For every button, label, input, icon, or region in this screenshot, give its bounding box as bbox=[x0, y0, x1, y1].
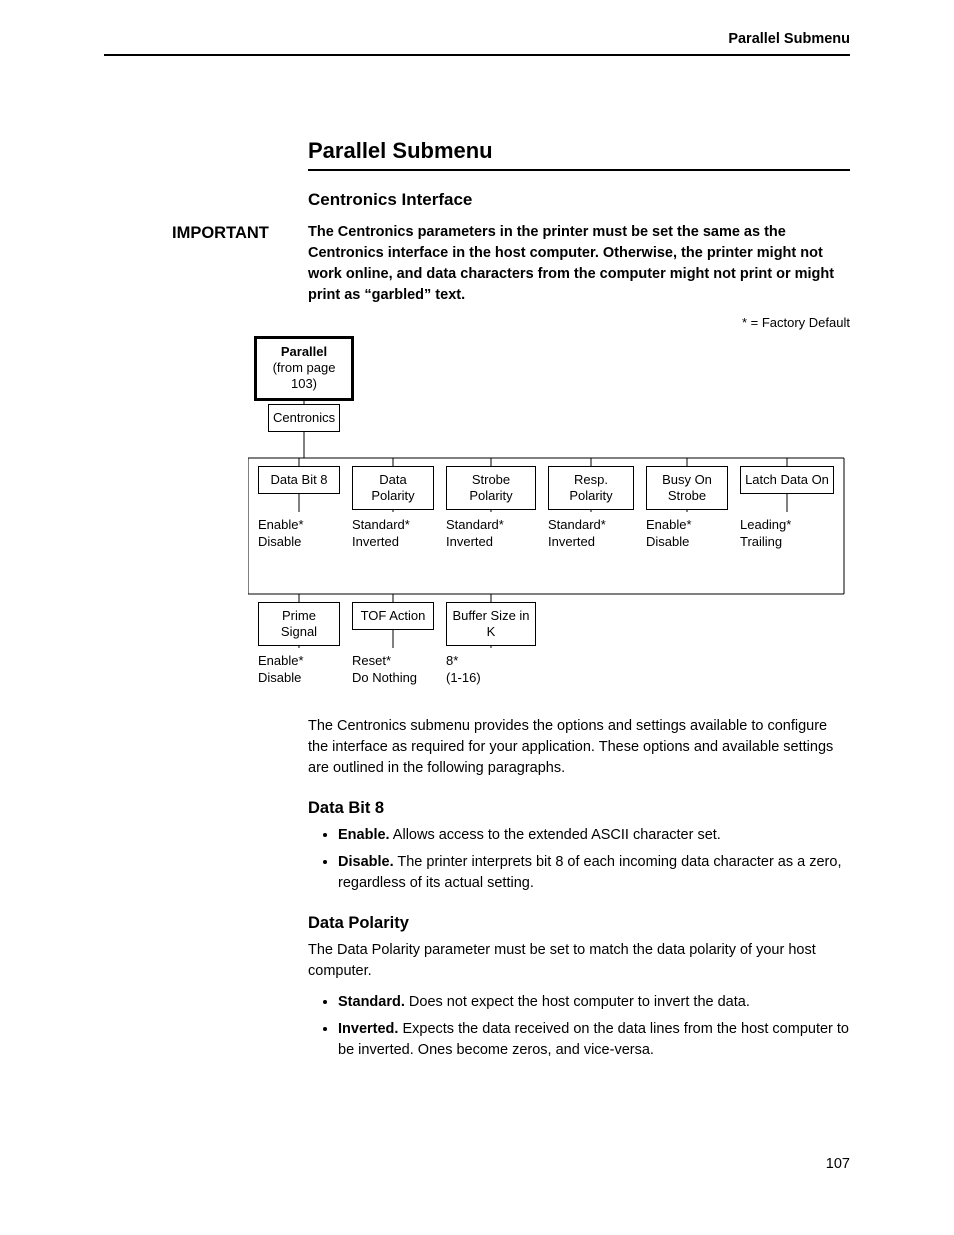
data-polarity-intro: The Data Polarity parameter must be set … bbox=[308, 940, 850, 982]
opts-latch-data-on: Leading*Trailing bbox=[740, 516, 830, 551]
menu-tree-diagram: Parallel (from page 103) Centronics Data… bbox=[248, 336, 848, 696]
node-busy-on-strobe: Busy On Strobe bbox=[646, 466, 728, 511]
node-data-bit-8: Data Bit 8 bbox=[258, 466, 340, 494]
opts-data-bit-8: Enable*Disable bbox=[258, 516, 348, 551]
list-data-polarity: Standard. Does not expect the host compu… bbox=[308, 992, 850, 1061]
running-head: Parallel Submenu bbox=[104, 30, 850, 56]
important-label: IMPORTANT bbox=[172, 222, 308, 244]
node-parallel-root: Parallel (from page 103) bbox=[254, 336, 354, 401]
opts-resp-polarity: Standard*Inverted bbox=[548, 516, 638, 551]
list-item: Inverted. Expects the data received on t… bbox=[338, 1019, 850, 1061]
opts-tof-action: Reset*Do Nothing bbox=[352, 652, 442, 687]
node-buffer-size: Buffer Size in K bbox=[446, 602, 536, 647]
intro-paragraph: The Centronics submenu provides the opti… bbox=[308, 716, 850, 779]
node-centronics: Centronics bbox=[268, 404, 340, 432]
list-item: Enable. Allows access to the extended AS… bbox=[338, 825, 850, 846]
heading-data-bit-8: Data Bit 8 bbox=[308, 797, 850, 819]
opts-strobe-polarity: Standard*Inverted bbox=[446, 516, 536, 551]
opts-busy-on-strobe: Enable*Disable bbox=[646, 516, 736, 551]
node-resp-polarity: Resp. Polarity bbox=[548, 466, 634, 511]
list-data-bit-8: Enable. Allows access to the extended AS… bbox=[308, 825, 850, 894]
root-title: Parallel bbox=[281, 344, 327, 359]
factory-default-note: * = Factory Default bbox=[308, 314, 850, 332]
opts-prime-signal: Enable*Disable bbox=[258, 652, 348, 687]
root-sub: (from page 103) bbox=[273, 360, 336, 391]
page-number: 107 bbox=[826, 1155, 850, 1175]
list-item: Disable. The printer interprets bit 8 of… bbox=[338, 852, 850, 894]
important-text: The Centronics parameters in the printer… bbox=[308, 222, 850, 306]
subsection-title-centronics: Centronics Interface bbox=[308, 189, 850, 212]
heading-data-polarity: Data Polarity bbox=[308, 912, 850, 934]
node-tof-action: TOF Action bbox=[352, 602, 434, 630]
list-item: Standard. Does not expect the host compu… bbox=[338, 992, 850, 1013]
node-prime-signal: Prime Signal bbox=[258, 602, 340, 647]
node-latch-data-on: Latch Data On bbox=[740, 466, 834, 494]
section-title: Parallel Submenu bbox=[308, 136, 850, 172]
opts-data-polarity: Standard*Inverted bbox=[352, 516, 442, 551]
node-data-polarity: Data Polarity bbox=[352, 466, 434, 511]
node-strobe-polarity: Strobe Polarity bbox=[446, 466, 536, 511]
opts-buffer-size: 8*(1-16) bbox=[446, 652, 536, 687]
